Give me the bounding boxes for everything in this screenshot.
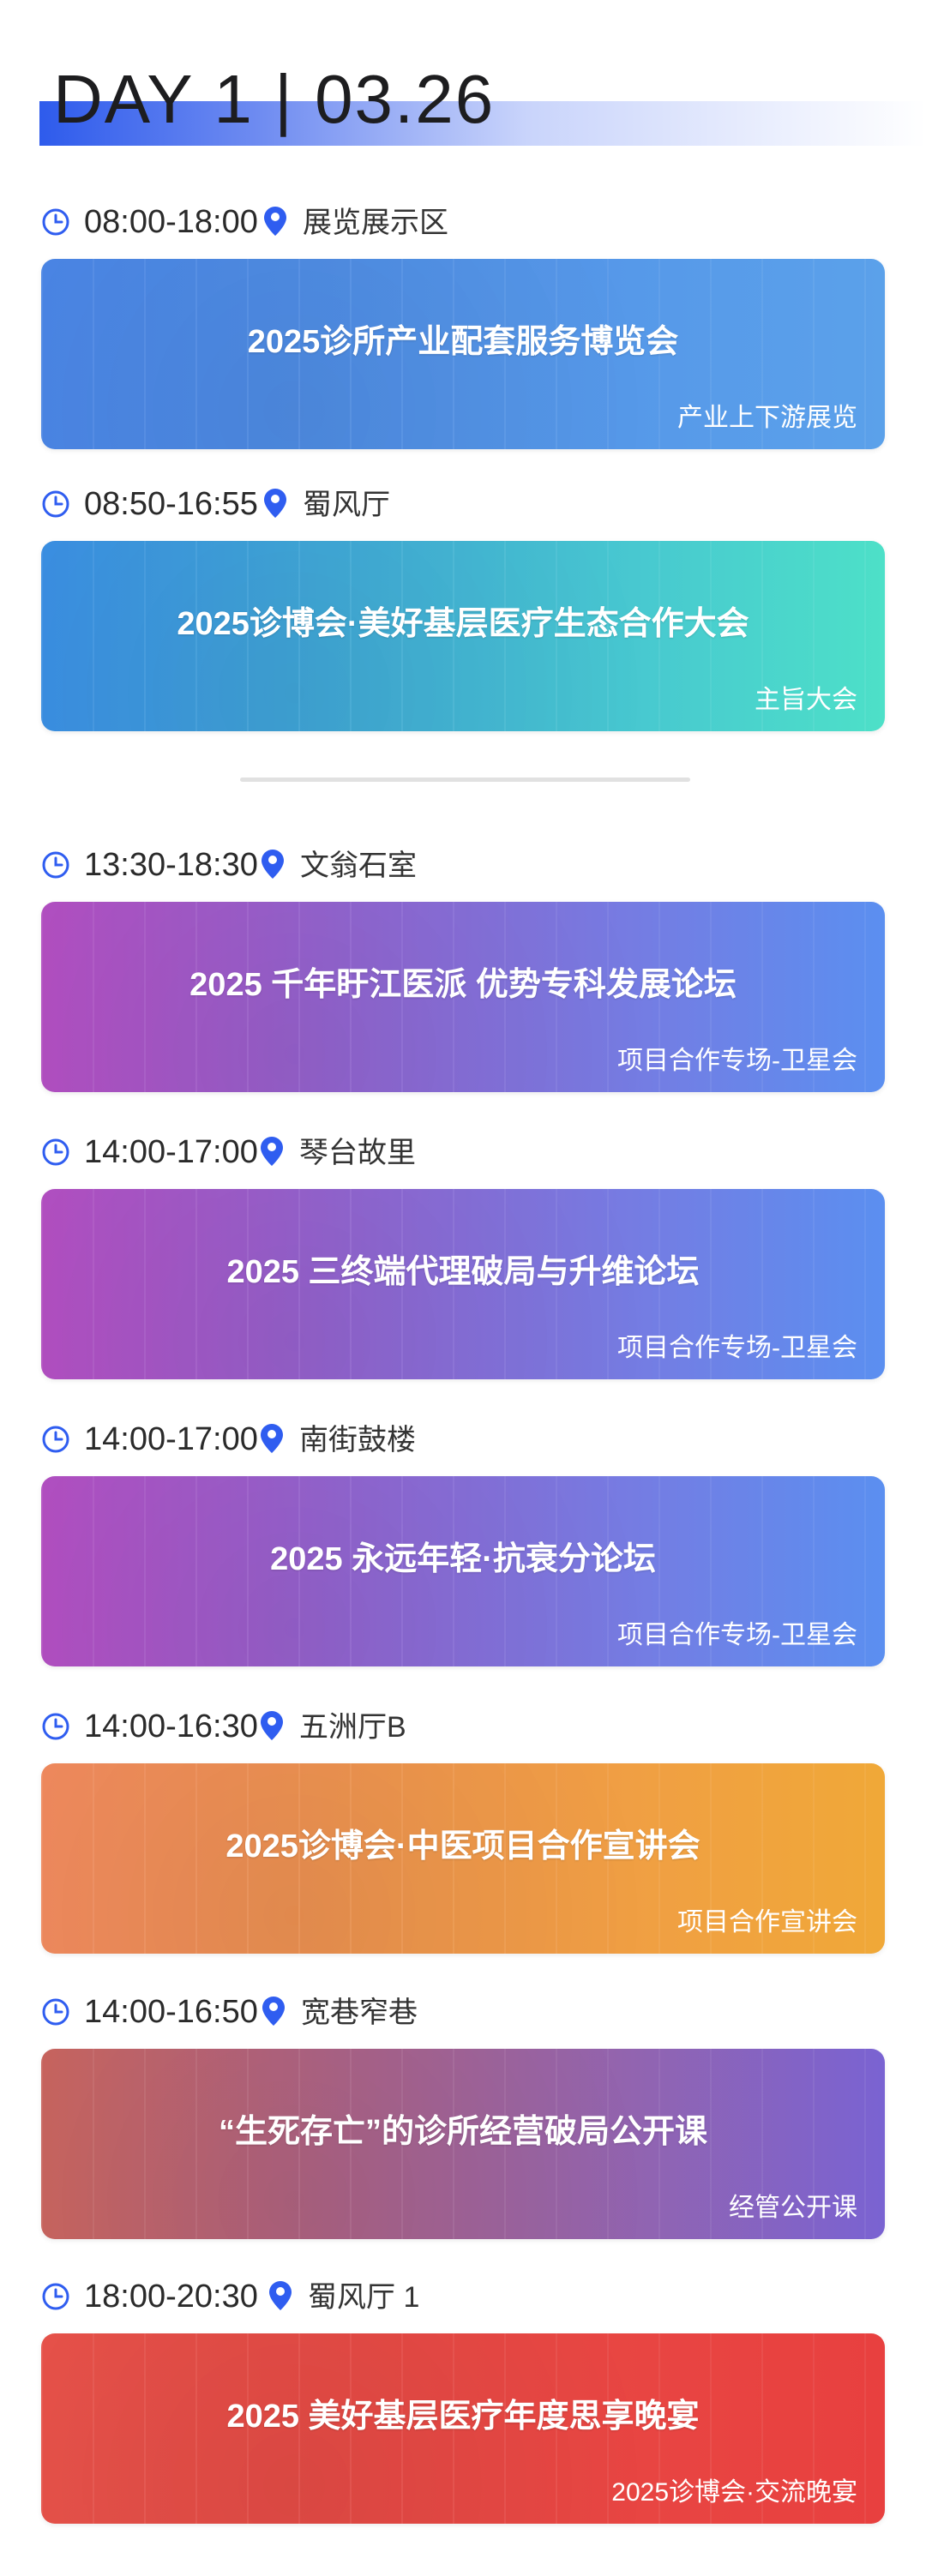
clock-icon <box>41 2282 70 2311</box>
event-location: 琴台故里 <box>299 1137 416 1169</box>
event-location: 蜀风厅 1 <box>308 2281 420 2314</box>
location-pin-icon <box>260 1136 284 1167</box>
event-location: 南街鼓楼 <box>299 1424 416 1456</box>
location-pin-icon <box>268 2280 292 2311</box>
location-pin-icon <box>263 488 287 519</box>
event-subtitle: 项目合作宣讲会 <box>677 1908 857 1937</box>
event-card[interactable]: 2025诊博会·美好基层医疗生态合作大会主旨大会 <box>41 541 885 731</box>
clock-icon <box>41 489 70 519</box>
location-pin-icon <box>260 1423 284 1454</box>
event-title: 2025 三终端代理破局与升维论坛 <box>226 1254 700 1290</box>
event-title: 2025 永远年轻·抗衰分论坛 <box>270 1541 656 1577</box>
day-header: DAY 1 | 03.26 <box>39 41 926 153</box>
event-location: 宽巷窄巷 <box>301 1997 418 2029</box>
event-location: 蜀风厅 <box>303 489 390 521</box>
day-title: DAY 1 | 03.26 <box>53 61 496 137</box>
location-pin-icon <box>263 206 287 237</box>
clock-icon <box>41 1712 70 1741</box>
event-time: 13:30-18:30 <box>84 847 258 883</box>
event-title: 2025 千年盱江医派 优势专科发展论坛 <box>189 967 737 1003</box>
event-meta: 18:00-20:30 蜀风厅 1 <box>41 2270 885 2321</box>
section-divider <box>240 778 690 782</box>
event-meta: 08:50-16:55 蜀风厅 <box>41 477 885 529</box>
event-meta: 14:00-17:00 琴台故里 <box>41 1126 885 1177</box>
event-meta: 08:00-18:00 展览展示区 <box>41 195 885 247</box>
event-time: 08:00-18:00 <box>84 204 258 240</box>
event-card[interactable]: 2025诊博会·中医项目合作宣讲会项目合作宣讲会 <box>41 1763 885 1954</box>
location-pin-icon <box>261 849 285 880</box>
event-time: 14:00-16:50 <box>84 1994 258 2030</box>
event-item: 14:00-16:50 宽巷窄巷 “生死存亡”的诊所经营破局公开课经管公开课 <box>41 1985 885 2239</box>
event-location: 五洲厅B <box>299 1711 406 1744</box>
event-time: 14:00-17:00 <box>84 1421 258 1457</box>
location-pin-icon <box>260 1710 284 1741</box>
event-title: 2025诊所产业配套服务博览会 <box>247 324 679 360</box>
event-card[interactable]: 2025 千年盱江医派 优势专科发展论坛项目合作专场-卫星会 <box>41 902 885 1092</box>
event-item: 08:00-18:00 展览展示区 2025诊所产业配套服务博览会产业上下游展览 <box>41 195 885 449</box>
event-item: 18:00-20:30 蜀风厅 1 2025 美好基层医疗年度思享晚宴 2025诊博会… <box>41 2270 885 2524</box>
event-title: 2025诊博会·美好基层医疗生态合作大会 <box>177 606 749 642</box>
event-item: 14:00-17:00 琴台故里 2025 三终端代理破局与升维论坛项目合作专场-卫… <box>41 1126 885 1379</box>
event-card[interactable]: 2025 美好基层医疗年度思享晚宴 2025诊博会·交流晚宴 <box>41 2333 885 2524</box>
event-subtitle: 经管公开课 <box>729 2194 857 2222</box>
event-item: 08:50-16:55 蜀风厅 2025诊博会·美好基层医疗生态合作大会主旨大会 <box>41 477 885 731</box>
event-card[interactable]: 2025 永远年轻·抗衰分论坛项目合作专场-卫星会 <box>41 1476 885 1666</box>
event-meta: 14:00-16:30 五洲厅B <box>41 1700 885 1751</box>
event-item: 13:30-18:30 文翁石室 2025 千年盱江医派 优势专科发展论坛项目合作专… <box>41 838 885 1092</box>
event-meta: 14:00-16:50 宽巷窄巷 <box>41 1985 885 2037</box>
location-pin-icon <box>262 1996 286 2027</box>
clock-icon <box>41 1138 70 1167</box>
event-subtitle: 产业上下游展览 <box>677 404 857 432</box>
event-card[interactable]: 2025诊所产业配套服务博览会产业上下游展览 <box>41 259 885 449</box>
event-item: 14:00-16:30 五洲厅B 2025诊博会·中医项目合作宣讲会项目合作宣讲会 <box>41 1700 885 1954</box>
event-location: 展览展示区 <box>303 207 448 239</box>
event-meta: 13:30-18:30 文翁石室 <box>41 838 885 890</box>
event-meta: 14:00-17:00 南街鼓楼 <box>41 1413 885 1464</box>
event-time: 14:00-16:30 <box>84 1708 258 1744</box>
event-title: 2025诊博会·中医项目合作宣讲会 <box>225 1828 701 1864</box>
event-subtitle: 2025诊博会·交流晚宴 <box>611 2478 857 2507</box>
event-location: 文翁石室 <box>300 850 417 882</box>
clock-icon <box>41 1425 70 1454</box>
event-card[interactable]: 2025 三终端代理破局与升维论坛项目合作专场-卫星会 <box>41 1189 885 1379</box>
clock-icon <box>41 207 70 237</box>
event-subtitle: 项目合作专场-卫星会 <box>617 1334 857 1362</box>
event-title: 2025 美好基层医疗年度思享晚宴 <box>226 2399 700 2435</box>
event-subtitle: 主旨大会 <box>755 686 857 714</box>
event-time: 08:50-16:55 <box>84 486 258 522</box>
event-time: 14:00-17:00 <box>84 1134 258 1170</box>
event-card[interactable]: “生死存亡”的诊所经营破局公开课经管公开课 <box>41 2049 885 2239</box>
event-title: “生死存亡”的诊所经营破局公开课 <box>218 2114 707 2150</box>
event-item: 14:00-17:00 南街鼓楼 2025 永远年轻·抗衰分论坛项目合作专场-卫星会 <box>41 1413 885 1666</box>
event-subtitle: 项目合作专场-卫星会 <box>617 1621 857 1649</box>
clock-icon <box>41 850 70 880</box>
event-time: 18:00-20:30 <box>84 2279 258 2315</box>
event-subtitle: 项目合作专场-卫星会 <box>617 1047 857 1075</box>
clock-icon <box>41 1997 70 2027</box>
